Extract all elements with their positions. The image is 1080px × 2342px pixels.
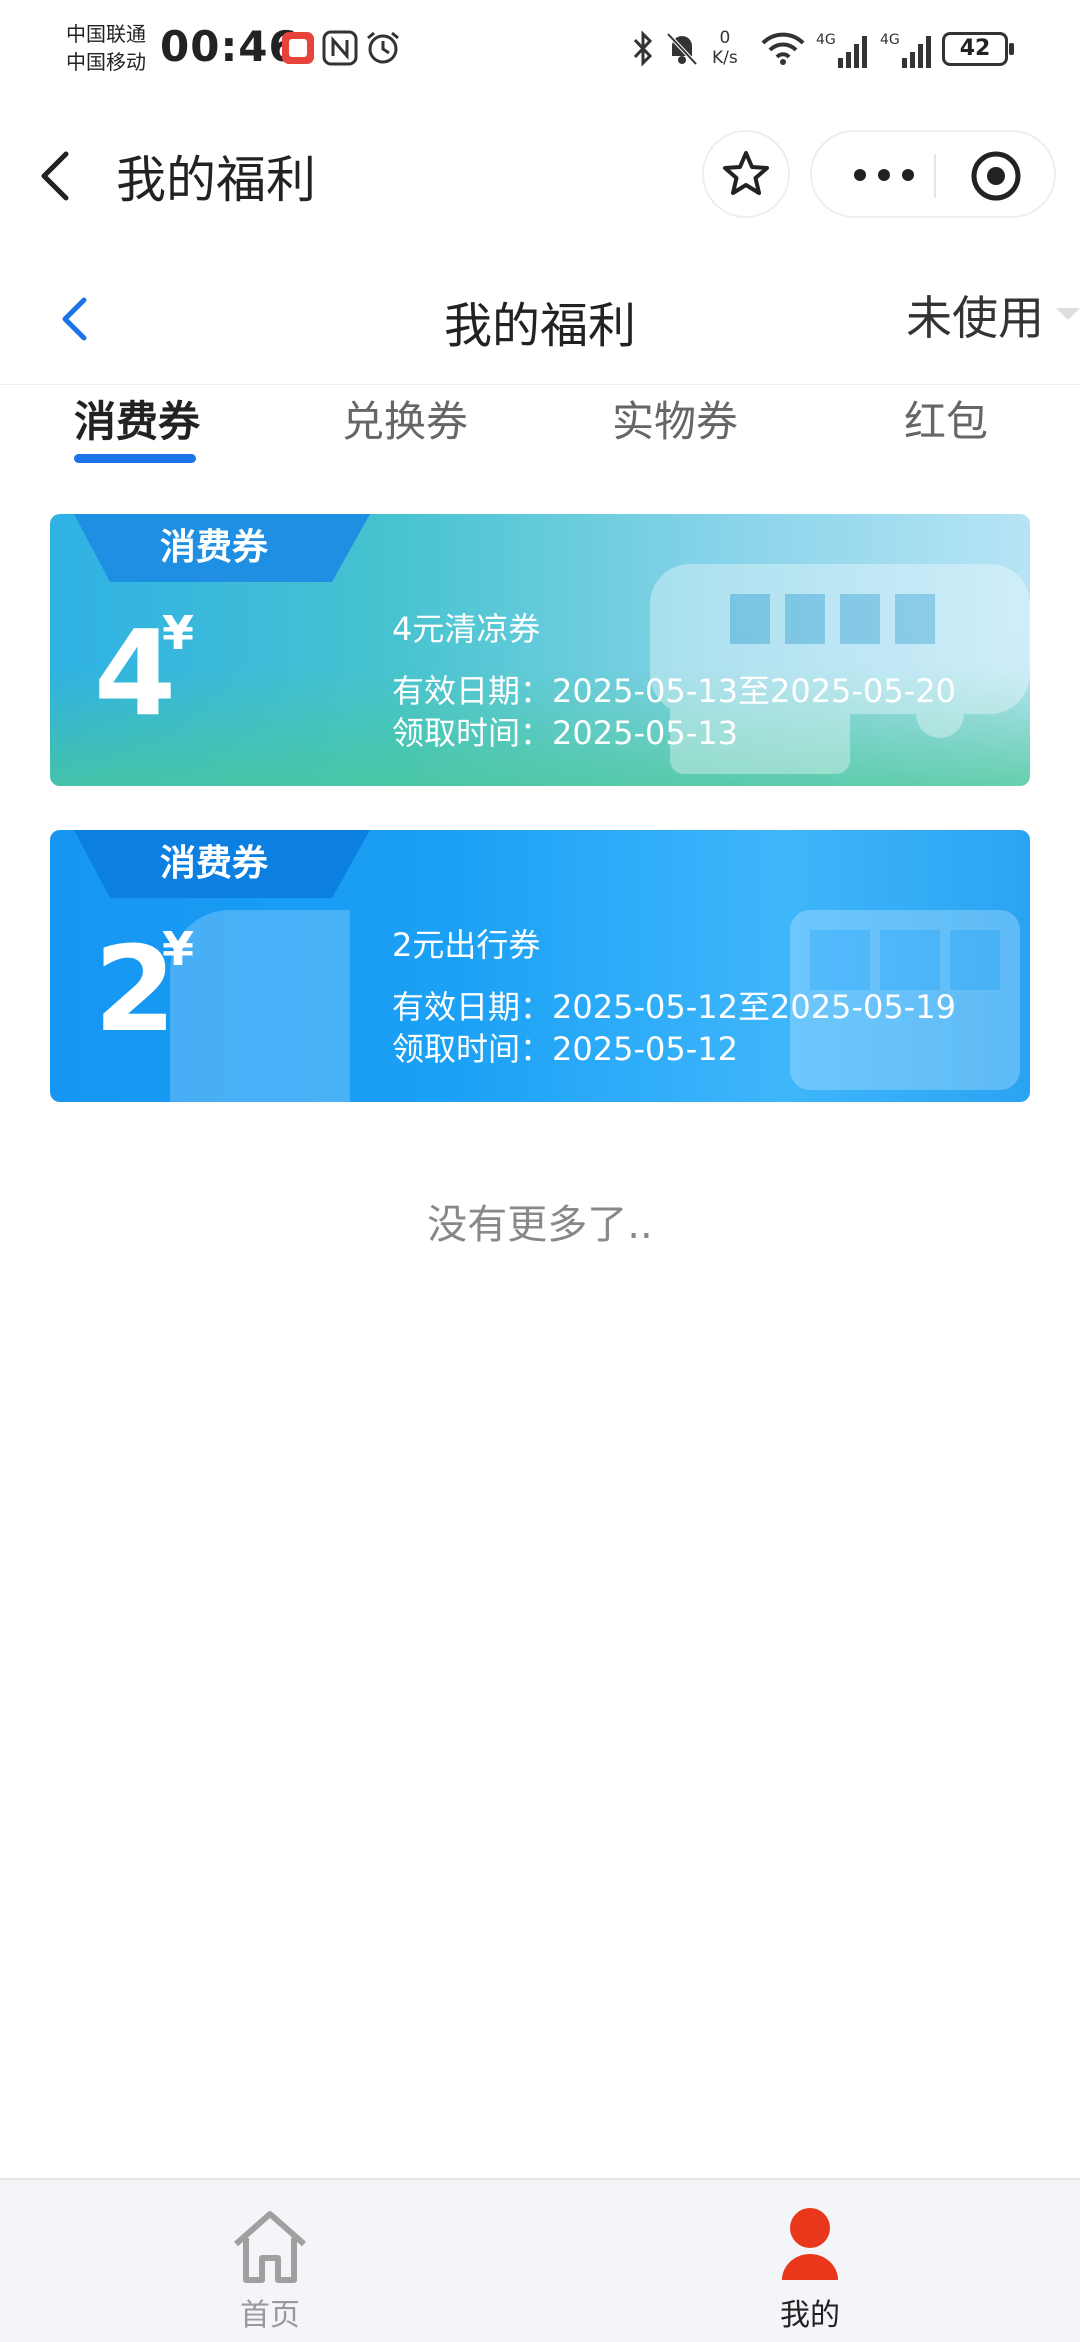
coupon-card[interactable]: 消费券 2 ¥ 2元出行券 有效日期：2025-05-12至2025-05-19… — [50, 830, 1030, 1102]
star-icon — [723, 151, 769, 195]
tab-consumption-coupon[interactable]: 消费券 — [74, 388, 200, 449]
close-miniprogram-icon[interactable] — [970, 150, 1022, 202]
nfc-icon — [322, 30, 358, 66]
battery-indicator: 42 — [942, 32, 1014, 66]
wifi-icon — [761, 32, 805, 65]
tab-exchange-coupon[interactable]: 兑换券 — [342, 388, 468, 449]
net-speed-unit: K/s — [712, 48, 738, 68]
coupon-name: 2元出行券 — [392, 926, 541, 964]
coupon-type-badge: 消费券 — [50, 514, 370, 582]
coupon-type-badge: 消费券 — [50, 830, 370, 898]
active-tab-indicator — [74, 454, 196, 463]
mini-program-header: 我的福利 — [0, 110, 1080, 240]
signal-4g-icon: 4G — [816, 32, 867, 68]
page-title: 我的福利 — [116, 151, 316, 209]
coupon-claim-time: 领取时间：2025-05-12 — [392, 1030, 738, 1068]
coupon-valid-dates: 有效日期：2025-05-13至2025-05-20 — [392, 672, 956, 710]
coupon-claim-time: 领取时间：2025-05-13 — [392, 714, 738, 752]
bottom-tab-mine[interactable]: 我的 — [540, 2180, 1080, 2342]
end-of-list-text: 没有更多了.. — [427, 1202, 653, 1248]
coupon-card[interactable]: 消费券 4 ¥ 4元清凉券 有效日期：2025-05-13至2025-05-20… — [50, 514, 1030, 786]
back-arrow-icon[interactable] — [30, 146, 90, 206]
status-time: 00:46 — [160, 22, 299, 71]
currency-symbol: ¥ — [162, 922, 195, 976]
signal-4g-icon-2: 4G — [880, 32, 931, 68]
carrier-info: 中国联通 中国移动 — [66, 20, 146, 76]
bluetooth-icon — [633, 30, 653, 67]
bottom-tab-home[interactable]: 首页 — [0, 2180, 540, 2342]
net-speed-value: 0 — [719, 28, 731, 48]
tab-physical-coupon[interactable]: 实物券 — [612, 388, 738, 449]
badge-label: 消费券 — [160, 843, 269, 884]
app-notification-icon — [282, 32, 314, 64]
favorite-button[interactable] — [702, 130, 790, 218]
coupon-name: 4元清凉券 — [392, 610, 541, 648]
bottom-tab-bar: 首页 我的 — [0, 2178, 1080, 2342]
page-nav-bar: 我的福利 未使用 — [0, 240, 1080, 385]
carrier-1: 中国联通 — [66, 22, 146, 46]
net-speed: 0 K/s — [712, 28, 738, 68]
status-bar: 中国联通 中国移动 00:46 0 K/s 4G 4G 42 — [0, 0, 1080, 110]
capsule-menu — [810, 130, 1056, 218]
svg-text:4G: 4G — [816, 32, 836, 48]
home-icon — [234, 2211, 306, 2283]
badge-label: 消费券 — [160, 527, 269, 568]
capsule-divider — [934, 154, 936, 198]
bottom-tab-label: 我的 — [780, 2298, 840, 2333]
mute-bell-icon — [666, 32, 698, 66]
tab-red-packet[interactable]: 红包 — [904, 388, 988, 449]
chevron-down-icon[interactable] — [1056, 308, 1080, 320]
currency-symbol: ¥ — [162, 606, 195, 660]
alarm-icon — [367, 31, 399, 64]
carrier-2: 中国移动 — [66, 50, 146, 74]
status-filter-dropdown[interactable]: 未使用 — [906, 282, 1044, 348]
bottom-tab-label: 首页 — [240, 2298, 300, 2333]
coupon-valid-dates: 有效日期：2025-05-12至2025-05-19 — [392, 988, 956, 1026]
svg-text:4G: 4G — [880, 32, 900, 48]
coupon-tabs: 消费券 兑换券 实物券 红包 — [0, 380, 1080, 470]
user-icon — [782, 2208, 838, 2280]
more-dots-icon[interactable] — [852, 160, 916, 190]
